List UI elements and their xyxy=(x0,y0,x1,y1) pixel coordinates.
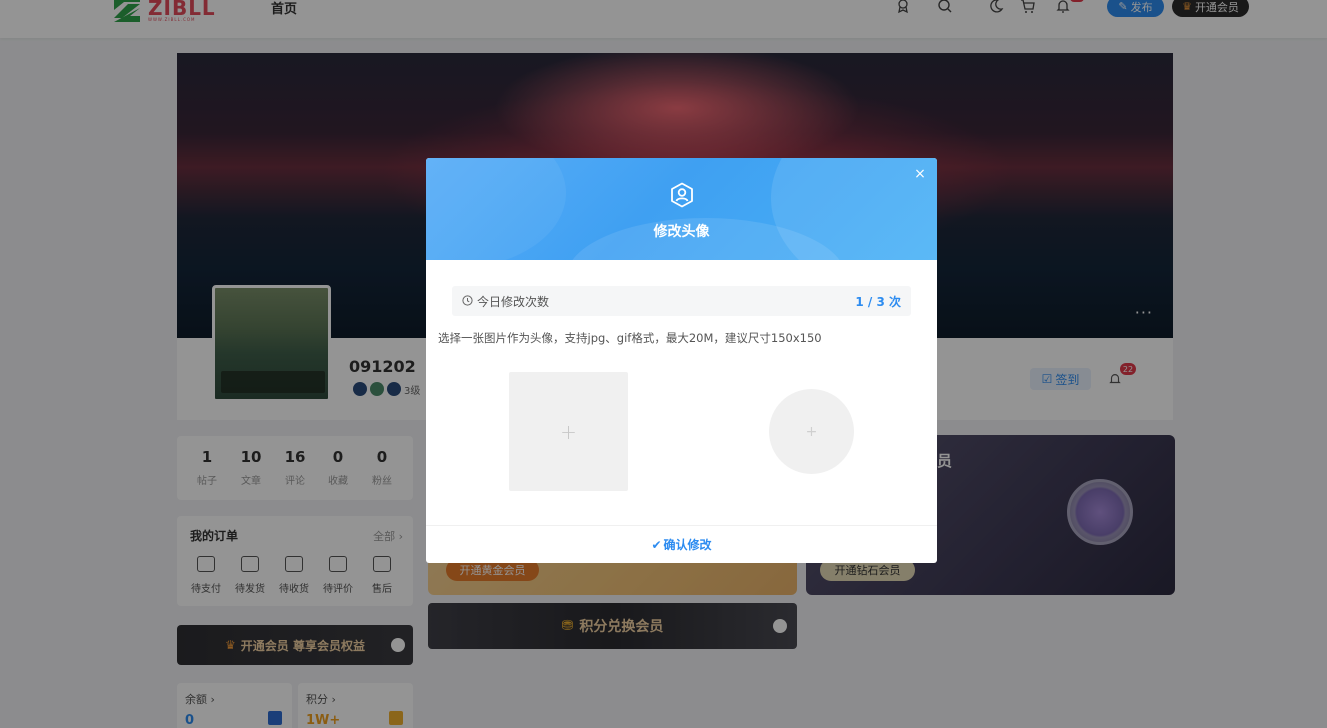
quota-label: 今日修改次数 xyxy=(477,295,550,309)
confirm-button[interactable]: ✔ 确认修改 xyxy=(426,536,937,553)
upload-square-preview[interactable]: + xyxy=(509,372,628,491)
clock-icon xyxy=(462,295,473,306)
upload-circle-preview[interactable]: + xyxy=(769,389,854,474)
modal-footer: ✔ 确认修改 xyxy=(426,525,937,563)
user-avatar-icon xyxy=(671,182,693,208)
confirm-label: 确认修改 xyxy=(663,538,712,552)
modal-title: 修改头像 xyxy=(653,224,710,240)
quota-value: 1 / 3 次 xyxy=(855,295,901,309)
upload-hint: 选择一张图片作为头像，支持jpg、gif格式，最大20M，建议尺寸150x150 xyxy=(438,331,822,345)
header-decoration xyxy=(426,158,566,260)
plus-icon: + xyxy=(560,419,577,444)
close-icon[interactable]: × xyxy=(913,167,927,181)
plus-icon: + xyxy=(805,423,818,440)
check-icon: ✔ xyxy=(651,538,662,552)
modal-header: × 修改头像 xyxy=(426,158,937,260)
daily-quota-bar: 今日修改次数 1 / 3 次 xyxy=(452,286,911,316)
change-avatar-modal: × 修改头像 今日修改次数 1 / 3 次 选择一张图片作为头像，支持jpg、g… xyxy=(426,158,937,563)
